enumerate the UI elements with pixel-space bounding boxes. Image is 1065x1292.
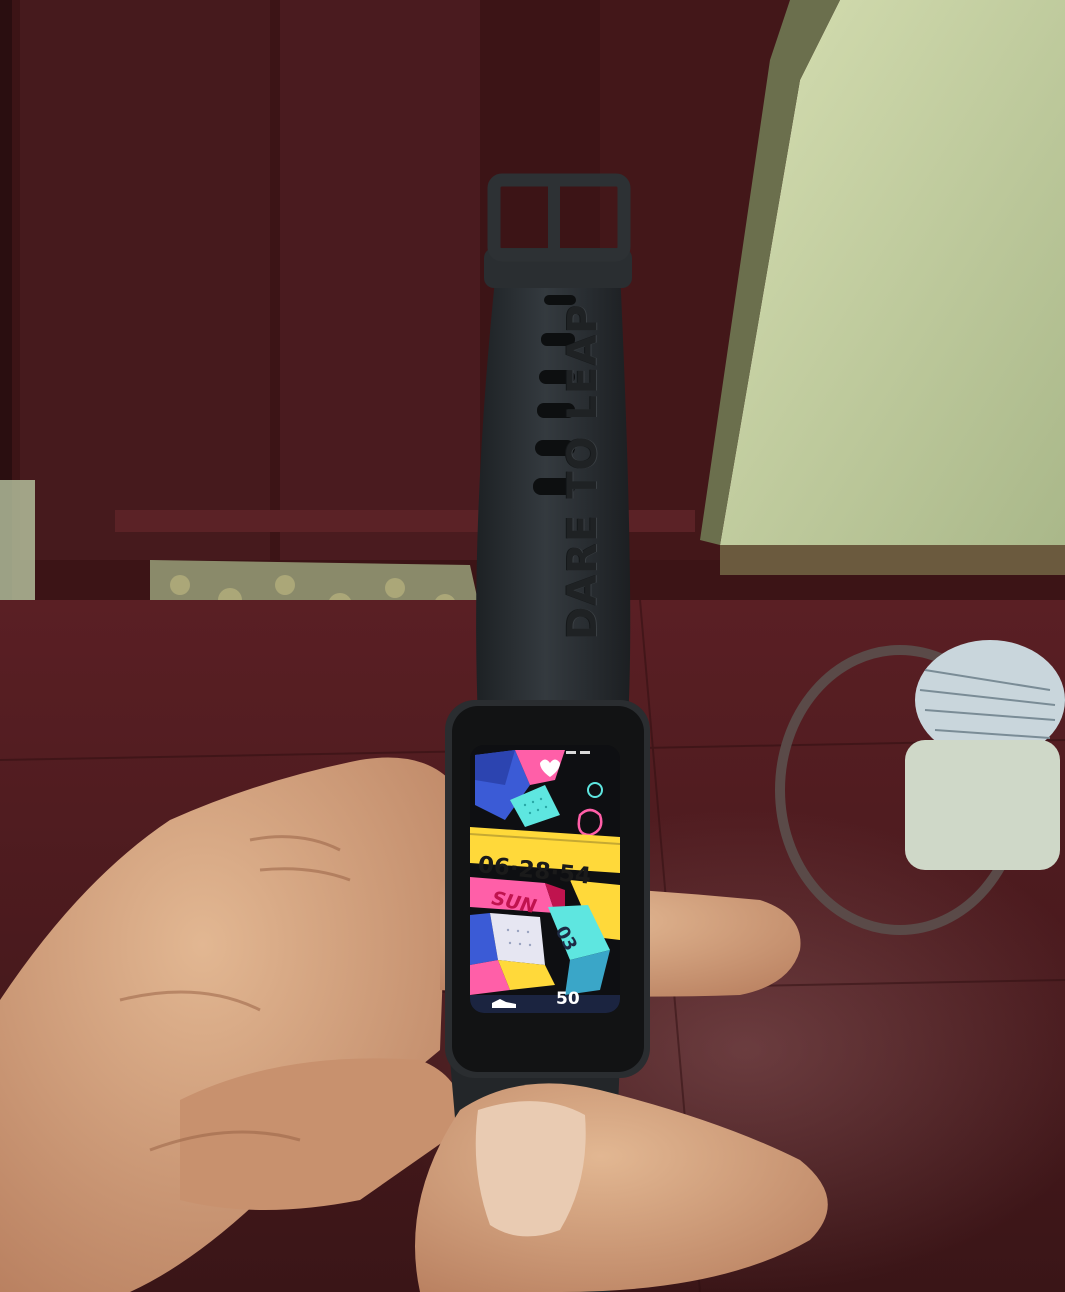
photo-scene: [0, 0, 1065, 1292]
watch-strap: [476, 173, 632, 720]
band-engraving: DARE TO LEAP: [560, 303, 606, 640]
steps-count: 50: [556, 989, 580, 1009]
watch-face[interactable]: 06·28·54 SUN 03 50: [470, 745, 620, 1013]
left-object: [0, 480, 35, 600]
